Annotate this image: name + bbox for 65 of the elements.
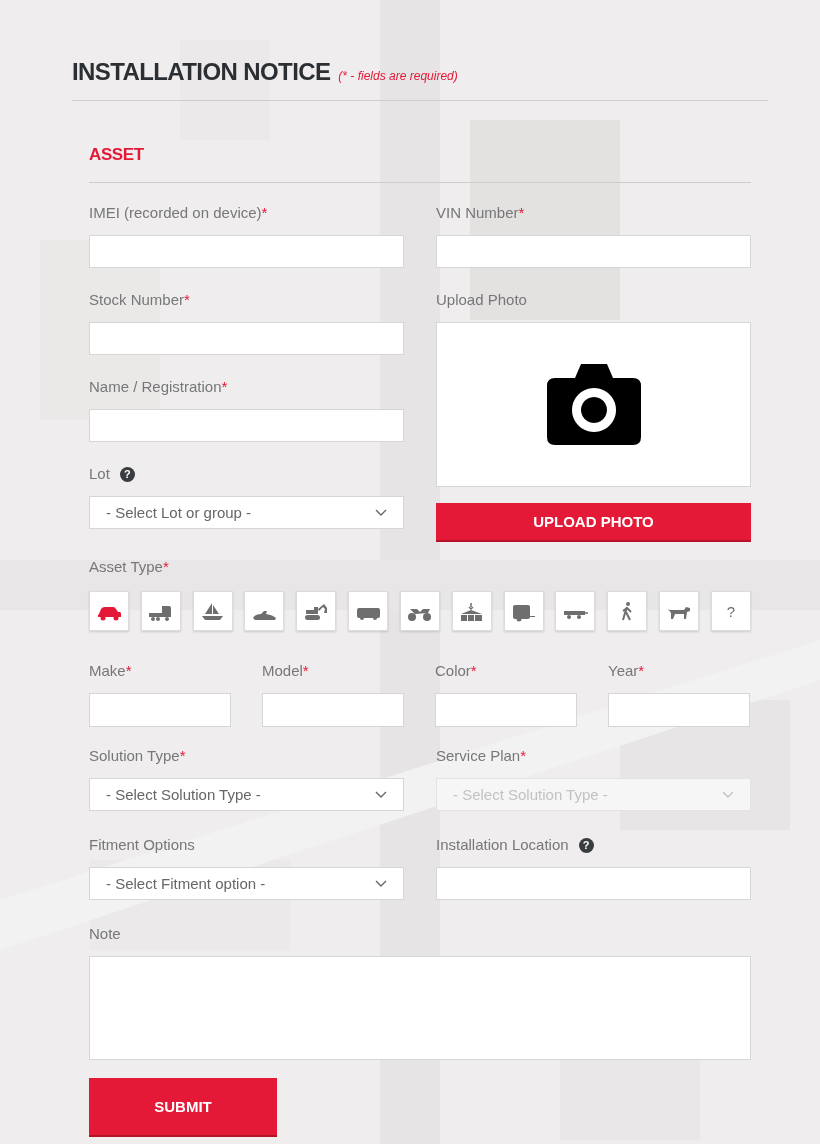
submit-button[interactable]: SUBMIT bbox=[89, 1078, 277, 1135]
text-field[interactable] bbox=[89, 693, 231, 727]
note-field[interactable] bbox=[89, 956, 751, 1060]
text-field[interactable] bbox=[89, 235, 404, 268]
chevron-down-icon bbox=[722, 790, 734, 799]
camera-icon bbox=[546, 364, 641, 445]
jetski-icon bbox=[253, 610, 276, 620]
sailboat-icon bbox=[202, 602, 224, 620]
asset-type-button[interactable] bbox=[192, 591, 233, 631]
field-label: IMEI (recorded on device)* bbox=[89, 203, 268, 223]
dog-icon bbox=[667, 606, 690, 619]
field-label: Upload Photo bbox=[436, 290, 527, 310]
text-field[interactable] bbox=[435, 693, 577, 727]
asset-type-button[interactable] bbox=[451, 591, 492, 631]
asset-type-button[interactable] bbox=[555, 591, 596, 631]
quad-icon bbox=[408, 608, 432, 621]
excavator-icon bbox=[304, 603, 327, 620]
asset-type-button[interactable] bbox=[296, 591, 337, 631]
field-label: Model* bbox=[262, 661, 309, 681]
chevron-down-icon bbox=[375, 790, 387, 799]
field-label: Name / Registration* bbox=[89, 377, 228, 397]
truck-icon bbox=[149, 605, 172, 621]
asset-type-button[interactable] bbox=[607, 591, 648, 631]
asset-type-button[interactable] bbox=[399, 591, 440, 631]
text-field[interactable] bbox=[89, 322, 404, 355]
field-label: Make* bbox=[89, 661, 132, 681]
field-label: Service Plan* bbox=[436, 746, 527, 766]
chevron-down-icon bbox=[375, 508, 387, 517]
text-field[interactable] bbox=[608, 693, 750, 727]
dropdown-field[interactable]: - Select Solution Type - bbox=[89, 778, 404, 811]
field-label: Installation Location bbox=[436, 835, 569, 855]
chevron-down-icon bbox=[375, 879, 387, 888]
section-title: ASSET bbox=[89, 145, 751, 183]
asset-type-button[interactable] bbox=[503, 591, 544, 631]
text-field[interactable] bbox=[262, 693, 404, 727]
car-icon bbox=[97, 606, 121, 620]
asset-type-button[interactable] bbox=[244, 591, 285, 631]
photo-drop-area[interactable] bbox=[436, 322, 751, 487]
asset-type-button[interactable] bbox=[659, 591, 700, 631]
field-label: Asset Type* bbox=[89, 557, 169, 577]
text-field[interactable] bbox=[436, 235, 751, 268]
text-field[interactable] bbox=[436, 867, 751, 900]
flatbed-trailer-icon bbox=[563, 610, 589, 619]
field-label: Solution Type* bbox=[89, 746, 186, 766]
upload-photo-button[interactable]: UPLOAD PHOTO bbox=[436, 503, 751, 540]
walking-person-icon bbox=[621, 601, 632, 621]
field-label: Note bbox=[89, 924, 121, 944]
field-label: Year* bbox=[608, 661, 645, 681]
field-label: Color* bbox=[435, 661, 477, 681]
horse-trailer-icon bbox=[513, 604, 536, 621]
field-label: VIN Number* bbox=[436, 203, 525, 223]
field-label: Stock Number* bbox=[89, 290, 190, 310]
asset-type-button[interactable]: ? bbox=[710, 591, 751, 631]
crane-cargo-icon bbox=[461, 601, 483, 621]
bus-icon bbox=[356, 607, 380, 620]
text-field[interactable] bbox=[89, 409, 404, 442]
field-label: Fitment Options bbox=[89, 835, 195, 855]
field-label: Lot bbox=[89, 464, 110, 484]
form-title: INSTALLATION NOTICE bbox=[72, 57, 331, 87]
required-note: (* - fields are required) bbox=[338, 69, 458, 83]
dropdown-field[interactable]: - Select Fitment option - bbox=[89, 867, 404, 900]
asset-type-button[interactable] bbox=[348, 591, 389, 631]
asset-type-button[interactable] bbox=[89, 591, 129, 631]
asset-type-button[interactable] bbox=[140, 591, 181, 631]
dropdown-field[interactable]: - Select Lot or group - bbox=[89, 496, 404, 529]
